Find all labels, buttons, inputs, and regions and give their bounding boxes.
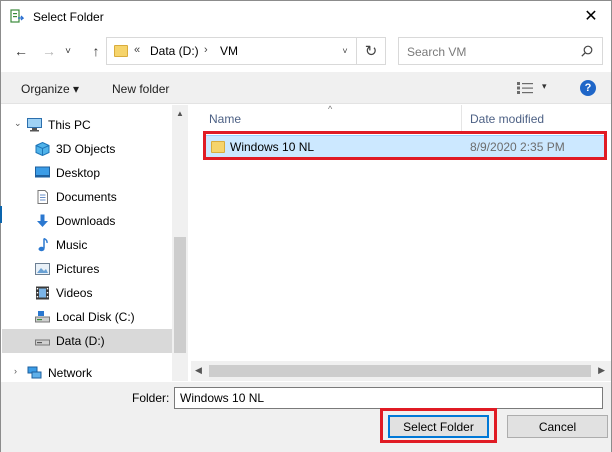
- arrow-left-icon: ←: [14, 43, 28, 59]
- folder-name-input[interactable]: [174, 387, 603, 409]
- this-pc-icon: [27, 118, 42, 132]
- horizontal-scrollbar[interactable]: ◀ ▶: [191, 361, 611, 381]
- select-folder-dialog: Select Folder ✕ ← → ˅ ↑ « Data (D:) › VM…: [0, 0, 612, 452]
- window-title: Select Folder: [33, 10, 104, 24]
- table-row[interactable]: Windows 10 NL 8/9/2020 2:35 PM: [205, 135, 607, 159]
- select-folder-button[interactable]: Select Folder: [388, 415, 489, 438]
- search-icon: [581, 45, 593, 57]
- folder-label: Folder:: [132, 391, 170, 405]
- network-icon: [27, 366, 42, 379]
- view-options-dropdown-icon[interactable]: ▾: [542, 81, 547, 92]
- sidebar-item-label: Local Disk (C:): [56, 310, 135, 324]
- sidebar-item-label: Music: [56, 238, 88, 252]
- refresh-button[interactable]: ↻: [356, 37, 386, 65]
- sidebar-item-desktop[interactable]: Desktop: [2, 161, 172, 185]
- sidebar-item-music[interactable]: Music: [2, 233, 172, 257]
- file-name: Windows 10 NL: [230, 140, 315, 154]
- desktop-icon: [35, 166, 50, 178]
- documents-icon: [37, 190, 48, 204]
- folder-icon: [114, 45, 128, 57]
- recent-locations-button[interactable]: ˅: [61, 41, 75, 61]
- sidebar-item-3d-objects[interactable]: 3D Objects: [2, 137, 172, 161]
- sidebar-item-local-disk[interactable]: Local Disk (C:): [2, 305, 172, 329]
- sidebar-item-label: Documents: [56, 190, 117, 204]
- close-icon: ✕: [584, 8, 598, 25]
- title-bar: Select Folder ✕: [1, 1, 611, 32]
- sort-ascending-icon: ^: [328, 104, 333, 114]
- sidebar-item-label: Pictures: [56, 262, 100, 276]
- folder-icon: [211, 141, 225, 153]
- sidebar-item-pictures[interactable]: Pictures: [2, 257, 172, 281]
- file-date-modified: 8/9/2020 2:35 PM: [470, 140, 565, 154]
- downloads-icon: [37, 214, 48, 227]
- sidebar-item-label: Videos: [56, 286, 93, 300]
- videos-icon: [36, 286, 49, 300]
- file-list-pane: ^ Name Date modified Windows 10 NL 8/9/2…: [191, 104, 611, 381]
- forward-button[interactable]: →: [39, 41, 59, 61]
- address-dropdown-icon[interactable]: ˅: [336, 39, 354, 63]
- 3d-objects-icon: [35, 142, 50, 156]
- sidebar-item-label: This PC: [48, 118, 91, 132]
- chevron-down-icon: ˅: [65, 45, 71, 57]
- music-icon: [38, 238, 48, 252]
- folder-picker-icon: [10, 9, 24, 23]
- address-bar[interactable]: « Data (D:) › VM ˅: [106, 37, 386, 65]
- arrow-up-icon: ↑: [92, 43, 100, 59]
- up-button[interactable]: ↑: [86, 41, 106, 61]
- expand-chevron-icon[interactable]: ›: [14, 366, 17, 376]
- view-details-icon[interactable]: [517, 82, 533, 94]
- help-button[interactable]: ?: [580, 80, 596, 96]
- sidebar-item-network[interactable]: › Network: [2, 361, 172, 381]
- expand-chevron-icon[interactable]: ⌄: [14, 118, 22, 129]
- sidebar-item-label: Desktop: [56, 166, 101, 180]
- sidebar-item-label: 3D Objects: [56, 142, 116, 156]
- sidebar-item-label: Data (D:): [56, 334, 105, 348]
- sidebar-item-data-drive[interactable]: Data (D:): [2, 329, 172, 353]
- breadcrumb-vm[interactable]: VM: [220, 44, 238, 58]
- sidebar-item-label: Network: [48, 366, 93, 380]
- search-placeholder: Search VM: [407, 45, 467, 59]
- command-toolbar: Organize ▾ New folder ▾ ?: [1, 72, 611, 104]
- navigation-scrollbar[interactable]: ▲: [172, 105, 188, 381]
- search-input[interactable]: Search VM: [398, 37, 603, 65]
- close-button[interactable]: ✕: [577, 1, 605, 31]
- organize-menu-button[interactable]: Organize ▾: [21, 82, 79, 96]
- cancel-button[interactable]: Cancel: [507, 415, 608, 438]
- navigation-pane: ⌄ This PC 3D Objects Desktop Documents D…: [2, 105, 188, 381]
- data-drive-icon: [35, 339, 50, 346]
- back-button[interactable]: ←: [11, 41, 31, 61]
- sidebar-item-label: Downloads: [56, 214, 116, 228]
- help-icon: ?: [584, 82, 592, 94]
- sidebar-item-downloads[interactable]: Downloads: [2, 209, 172, 233]
- navigation-row: ← → ˅ ↑ « Data (D:) › VM ˅ ↻ Search VM: [1, 35, 611, 69]
- scroll-up-icon[interactable]: ▲: [176, 109, 184, 118]
- arrow-right-icon: →: [42, 43, 56, 59]
- dialog-footer: Folder: Select Folder Cancel: [1, 382, 611, 452]
- pictures-icon: [35, 263, 50, 275]
- breadcrumb-separator-icon[interactable]: ›: [204, 44, 208, 56]
- sidebar-item-videos[interactable]: Videos: [2, 281, 172, 305]
- sidebar-item-documents[interactable]: Documents: [2, 185, 172, 209]
- scrollbar-thumb[interactable]: [174, 237, 186, 353]
- local-disk-icon: [35, 311, 50, 323]
- sidebar-item-this-pc[interactable]: ⌄ This PC: [2, 113, 172, 137]
- overflow-chevron-icon[interactable]: «: [134, 44, 140, 56]
- column-divider[interactable]: [461, 105, 462, 131]
- window-edge-marker: [0, 206, 2, 223]
- scroll-left-icon[interactable]: ◀: [195, 365, 202, 376]
- refresh-icon: ↻: [364, 43, 378, 60]
- scrollbar-thumb[interactable]: [209, 365, 591, 377]
- breadcrumb-data-drive[interactable]: Data (D:): [150, 44, 199, 58]
- new-folder-button[interactable]: New folder: [112, 82, 169, 96]
- scroll-right-icon[interactable]: ▶: [598, 365, 605, 376]
